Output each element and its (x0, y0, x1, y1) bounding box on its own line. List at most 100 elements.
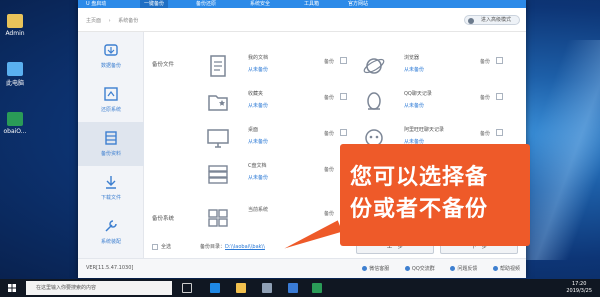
breadcrumb-current: 系统备份 (118, 18, 139, 24)
taskbar-clock[interactable]: 17:20 2019/3/25 (566, 281, 592, 295)
desktop-icon-label: Admin (5, 30, 25, 37)
qq-group-link[interactable]: QQ交流群 (404, 266, 435, 272)
app-tab-bar: U 盘启动 一键备份 备份还原 系统安全 工具箱 官方网站 (78, 0, 526, 8)
sidebar-item-label: 还原系统 (100, 107, 121, 113)
edge-browser-icon[interactable] (210, 283, 220, 293)
breadcrumb-bar: 主页面 › 系统备份 进入高级模式 (78, 8, 526, 32)
database-icon (105, 131, 117, 145)
backup-label: 备份 (324, 131, 335, 137)
tab-official-site[interactable]: 官方网站 (348, 0, 368, 8)
drive-icon (208, 165, 228, 184)
breadcrumb: 主页面 › 系统备份 (86, 17, 144, 24)
backup-label: 备份 (480, 59, 491, 65)
backup-label: 备份 (324, 167, 335, 173)
select-all-checkbox[interactable]: 全选 (152, 243, 171, 250)
backup-dir-link[interactable]: D:\\laobai\\bak\\ (225, 244, 265, 250)
laobai-app-taskbar-icon[interactable] (312, 283, 322, 293)
clock-time: 17:20 (571, 281, 587, 287)
sidebar-item-label: 下载文件 (100, 195, 121, 201)
item-name: 收藏夹 (248, 91, 264, 97)
link-label: QQ交流群 (411, 266, 435, 272)
desktop-icon-this-pc[interactable]: 此电脑 (0, 62, 30, 87)
backup-label: 备份 (324, 95, 335, 101)
wechat-support-link[interactable]: 微信客服 (362, 266, 389, 272)
item-name: 桌面 (248, 127, 259, 133)
windows-taskbar: 在这里输入你要搜索的内容 17:20 2019/3/25 (0, 279, 600, 297)
sidebar-item-system-install[interactable]: 系统装配 (78, 210, 144, 254)
item-status: 从未备份 (404, 67, 425, 73)
tab-backup-restore[interactable]: 备份还原 (196, 0, 216, 8)
checkbox-box (152, 243, 158, 250)
backup-icon (104, 44, 118, 56)
clock-date: 2019/3/25 (566, 288, 592, 294)
item-name: 浏览器 (404, 55, 420, 61)
taskbar-search-box[interactable]: 在这里输入你要搜索的内容 (26, 281, 172, 295)
item-name: C盘文档 (248, 163, 267, 169)
file-explorer-icon[interactable] (236, 283, 246, 293)
windows-logo-icon (208, 209, 228, 227)
link-label: 微信客服 (369, 266, 390, 272)
help-video-link[interactable]: 帮助视频 (492, 266, 520, 272)
wechat-icon (362, 266, 368, 271)
tab-toolbox[interactable]: 工具箱 (304, 0, 319, 8)
feedback-icon (450, 266, 456, 271)
monitor-icon (207, 129, 229, 148)
desktop-icon-laobai[interactable]: obaiO... (0, 112, 30, 135)
mode-icon (467, 17, 474, 24)
star-folder-icon (208, 95, 228, 111)
sidebar: 数据备份 还原系统 备份资料 下载文件 系统装配 (78, 32, 144, 258)
desktop-icon-admin[interactable]: Admin (0, 14, 30, 37)
store-icon[interactable] (262, 283, 272, 293)
backup-checkbox[interactable] (496, 93, 503, 100)
backup-label: 备份 (480, 131, 491, 137)
restore-icon (104, 87, 118, 101)
item-status: 从未备份 (404, 103, 425, 109)
item-name: QQ聊天记录 (404, 91, 432, 97)
link-label: 问题反馈 (457, 266, 478, 272)
sidebar-item-data-backup[interactable]: 数据备份 (78, 34, 144, 78)
backup-directory: 备份目录：D:\\laobai\\bak\\ (200, 243, 265, 250)
status-bar: VER[11.5.47.1030] 微信客服 QQ交流群 问题反馈 帮助视频 (78, 258, 526, 278)
desktop-icon-label: 此电脑 (5, 80, 24, 87)
sidebar-item-download-files[interactable]: 下载文件 (78, 166, 144, 210)
advanced-mode-button[interactable]: 进入高级模式 (463, 15, 520, 25)
breadcrumb-home[interactable]: 主页面 (86, 18, 101, 24)
sidebar-item-backup-data[interactable]: 备份资料 (78, 122, 144, 166)
group-label-system: 备份系统 (152, 216, 175, 222)
browser-icon (363, 58, 385, 74)
item-name: 阿里旺旺聊天记录 (404, 127, 445, 133)
video-icon (492, 266, 498, 271)
backup-label: 备份 (480, 95, 491, 101)
backup-checkbox[interactable] (340, 129, 347, 136)
group-label-files: 备份文件 (152, 62, 175, 68)
backup-checkbox[interactable] (496, 129, 503, 136)
app-shortcut-icon (7, 112, 23, 126)
backup-label: 备份 (324, 211, 335, 217)
tab-system-security[interactable]: 系统安全 (250, 0, 270, 8)
backup-checkbox[interactable] (496, 57, 503, 64)
qq-penguin-icon (367, 92, 381, 110)
link-label: 帮助视频 (499, 266, 520, 272)
item-status: 从未备份 (248, 139, 269, 145)
item-status: 从未备份 (248, 67, 269, 73)
feedback-link[interactable]: 问题反馈 (450, 266, 477, 272)
sidebar-item-restore-system[interactable]: 还原系统 (78, 78, 144, 122)
select-all-label: 全选 (161, 244, 172, 250)
tab-one-key-backup[interactable]: 一键备份 (140, 0, 169, 8)
callout-text: 您可以选择备 份或者不备份 (350, 162, 525, 226)
sidebar-item-label: 系统装配 (100, 239, 121, 245)
backup-checkbox[interactable] (340, 93, 347, 100)
sidebar-item-label: 备份资料 (100, 151, 121, 157)
qq-icon (404, 266, 410, 271)
tab-usb-boot[interactable]: U 盘启动 (86, 0, 106, 8)
desktop-icon-label: obaiO... (3, 128, 27, 135)
callout-line: 份或者不备份 (350, 197, 489, 222)
mail-icon[interactable] (288, 283, 298, 293)
callout-line: 您可以选择备 (350, 165, 489, 190)
backup-label: 备份 (324, 59, 335, 65)
windows-start-icon[interactable] (8, 284, 16, 292)
task-view-icon[interactable] (182, 283, 192, 293)
backup-dir-label: 备份目录： (200, 244, 226, 250)
backup-checkbox[interactable] (340, 57, 347, 64)
computer-icon (7, 62, 23, 76)
